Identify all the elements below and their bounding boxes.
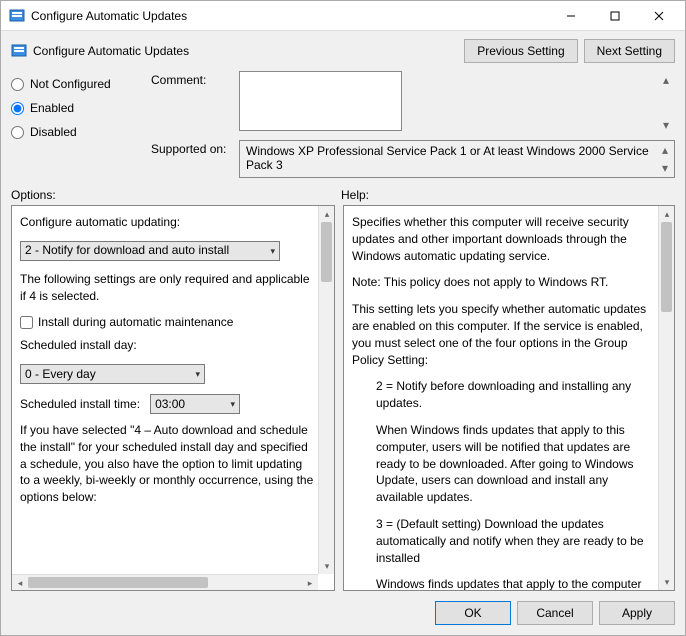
scroll-down-icon[interactable]: ▾: [658, 161, 672, 175]
scheduled-time-label: Scheduled install time:: [20, 396, 140, 413]
radio-label: Not Configured: [30, 77, 111, 91]
scrollbar-thumb[interactable]: [661, 222, 672, 312]
scrollbar-thumb[interactable]: [321, 222, 332, 282]
scheduled-time-dropdown[interactable]: 03:00 ▾: [150, 394, 240, 414]
vertical-scrollbar[interactable]: ▴ ▾: [658, 206, 674, 590]
chevron-down-icon: ▾: [195, 368, 200, 381]
scrollbar-thumb[interactable]: [28, 577, 208, 588]
scroll-down-icon[interactable]: ▾: [659, 118, 673, 132]
ok-button[interactable]: OK: [435, 601, 511, 625]
help-section-label: Help:: [341, 188, 369, 202]
cancel-button[interactable]: Cancel: [517, 601, 593, 625]
scroll-up-icon[interactable]: ▴: [319, 206, 335, 222]
configure-updating-dropdown[interactable]: 2 - Notify for download and auto install…: [20, 241, 280, 261]
window-title: Configure Automatic Updates: [31, 9, 549, 23]
configure-updating-label: Configure automatic updating:: [20, 214, 314, 231]
minimize-button[interactable]: [549, 2, 593, 30]
options-panel: Configure automatic updating: 2 - Notify…: [11, 205, 335, 591]
dropdown-value: 0 - Every day: [25, 366, 200, 383]
vertical-scrollbar[interactable]: ▴ ▾: [318, 206, 334, 574]
state-radio-group: Not Configured Enabled Disabled: [11, 71, 141, 178]
radio-enabled[interactable]: Enabled: [11, 101, 141, 115]
help-text: Specifies whether this computer will rec…: [352, 214, 654, 264]
comment-textarea[interactable]: [239, 71, 402, 131]
checkbox-label: Install during automatic maintenance: [38, 314, 233, 331]
options-schedule-note: If you have selected "4 – Auto download …: [20, 422, 314, 506]
radio-label: Disabled: [30, 125, 77, 139]
install-maintenance-checkbox-row[interactable]: Install during automatic maintenance: [20, 314, 314, 331]
options-required-note: The following settings are only required…: [20, 271, 314, 305]
horizontal-scrollbar[interactable]: ◂ ▸: [12, 574, 318, 590]
previous-setting-button[interactable]: Previous Setting: [464, 39, 577, 63]
close-button[interactable]: [637, 2, 681, 30]
help-text: 2 = Notify before downloading and instal…: [352, 378, 654, 412]
install-maintenance-checkbox[interactable]: [20, 316, 33, 329]
options-section-label: Options:: [11, 188, 341, 202]
scroll-up-icon[interactable]: ▴: [659, 206, 675, 222]
scroll-down-icon[interactable]: ▾: [659, 574, 675, 590]
radio-disabled[interactable]: Disabled: [11, 125, 141, 139]
radio-enabled-input[interactable]: [11, 102, 24, 115]
apply-button[interactable]: Apply: [599, 601, 675, 625]
scroll-up-icon[interactable]: ▴: [659, 73, 673, 87]
scroll-down-icon[interactable]: ▾: [319, 558, 335, 574]
help-text: When Windows finds updates that apply to…: [352, 422, 654, 506]
radio-label: Enabled: [30, 101, 74, 115]
chevron-down-icon: ▾: [231, 398, 236, 411]
scroll-up-icon[interactable]: ▴: [658, 143, 672, 157]
app-icon: [9, 8, 25, 24]
radio-disabled-input[interactable]: [11, 126, 24, 139]
scheduled-day-dropdown[interactable]: 0 - Every day ▾: [20, 364, 205, 384]
header-row: Configure Automatic Updates Previous Set…: [1, 31, 685, 71]
scroll-left-icon[interactable]: ◂: [12, 575, 28, 591]
dialog-window: Configure Automatic Updates Configure Au…: [0, 0, 686, 636]
help-text: Note: This policy does not apply to Wind…: [352, 274, 654, 291]
next-setting-button[interactable]: Next Setting: [584, 39, 675, 63]
dropdown-value: 2 - Notify for download and auto install: [25, 242, 275, 259]
dropdown-value: 03:00: [155, 396, 235, 413]
supported-on-box: Windows XP Professional Service Pack 1 o…: [239, 140, 675, 178]
help-panel: Specifies whether this computer will rec…: [343, 205, 675, 591]
supported-on-text: Windows XP Professional Service Pack 1 o…: [246, 144, 649, 172]
maximize-button[interactable]: [593, 2, 637, 30]
policy-icon: [11, 43, 27, 59]
comment-label: Comment:: [151, 71, 231, 87]
titlebar: Configure Automatic Updates: [1, 1, 685, 31]
radio-not-configured[interactable]: Not Configured: [11, 77, 141, 91]
scroll-right-icon[interactable]: ▸: [302, 575, 318, 591]
help-text: This setting lets you specify whether au…: [352, 301, 654, 368]
radio-not-configured-input[interactable]: [11, 78, 24, 91]
help-text: Windows finds updates that apply to the …: [352, 576, 654, 590]
chevron-down-icon: ▾: [270, 245, 275, 258]
dialog-buttons: OK Cancel Apply: [1, 591, 685, 635]
scheduled-day-label: Scheduled install day:: [20, 337, 314, 354]
help-text: 3 = (Default setting) Download the updat…: [352, 516, 654, 566]
supported-on-label: Supported on:: [151, 140, 231, 156]
policy-title: Configure Automatic Updates: [33, 44, 458, 58]
